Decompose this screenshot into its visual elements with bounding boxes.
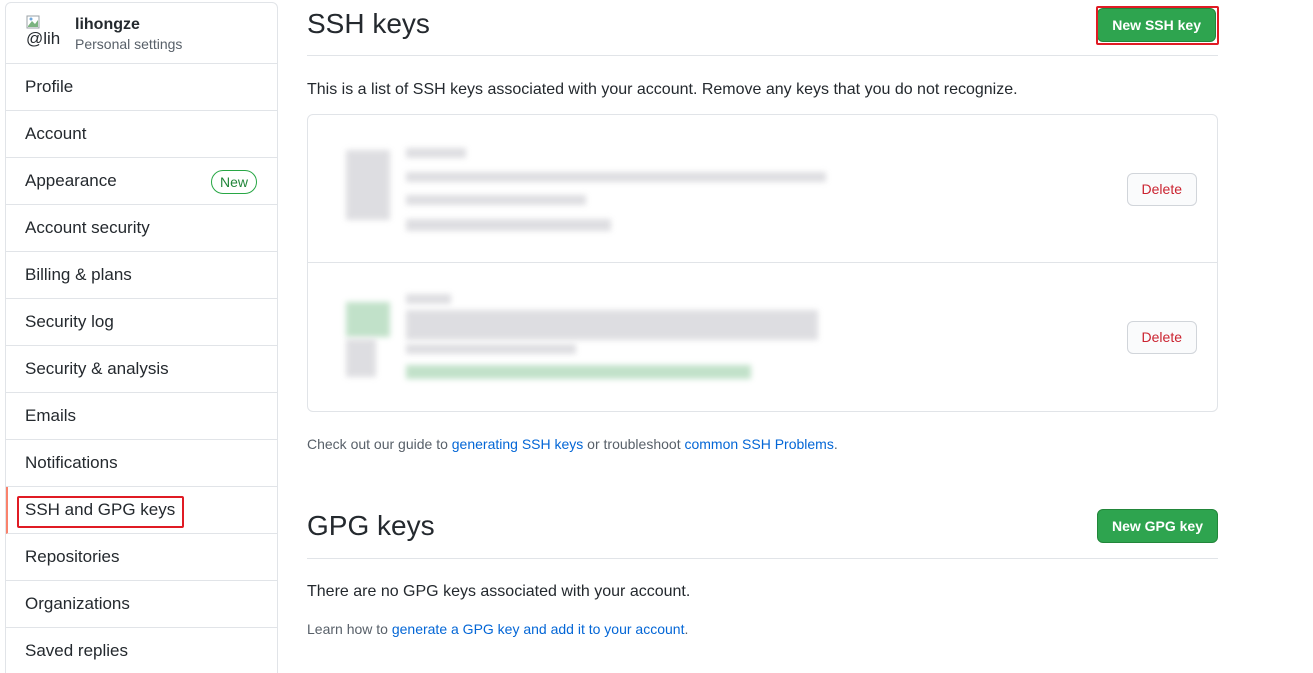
- sidebar-item-repositories[interactable]: Repositories: [6, 534, 277, 581]
- redacted-key-fingerprint: [406, 172, 826, 182]
- ssh-keys-list: Delete Delete: [307, 114, 1218, 412]
- new-ssh-key-button[interactable]: New SSH key: [1097, 8, 1216, 42]
- redacted-key-added: [406, 195, 586, 205]
- sidebar-item-label: Organizations: [25, 594, 130, 613]
- sidebar-item-account[interactable]: Account: [6, 111, 277, 158]
- sidebar-item-ssh-gpg-keys[interactable]: SSH and GPG keys: [6, 487, 277, 534]
- redacted-key-icon-lower: [346, 339, 376, 377]
- ssh-guide-middle: or troubleshoot: [583, 436, 685, 452]
- redacted-key-last-used: [406, 219, 611, 231]
- ssh-keys-header: SSH keys New SSH key: [307, 0, 1218, 56]
- sidebar-item-label: Billing & plans: [25, 265, 132, 284]
- generate-gpg-key-link[interactable]: generate a GPG key and add it to your ac…: [392, 621, 685, 637]
- sidebar-item-label: SSH and GPG keys: [25, 500, 176, 519]
- username[interactable]: lihongze: [75, 16, 140, 34]
- sidebar-item-security-log[interactable]: Security log: [6, 299, 277, 346]
- sidebar-item-appearance[interactable]: Appearance New: [6, 158, 277, 205]
- redacted-key-icon: [346, 302, 390, 337]
- gpg-learn-text: Learn how to generate a GPG key and add …: [307, 621, 688, 637]
- sidebar-item-saved-replies[interactable]: Saved replies: [6, 628, 277, 673]
- avatar-alt-text: @lih: [26, 29, 61, 48]
- sidebar-item-label: Profile: [25, 77, 74, 96]
- ssh-keys-title: SSH keys: [307, 8, 430, 39]
- sidebar-item-label: Emails: [25, 406, 77, 425]
- personal-settings-label: Personal settings: [75, 36, 183, 52]
- common-ssh-problems-link[interactable]: common SSH Problems: [684, 436, 833, 452]
- new-gpg-key-button[interactable]: New GPG key: [1096, 509, 1218, 543]
- ssh-guide-prefix: Check out our guide to: [307, 436, 452, 452]
- delete-ssh-key-button[interactable]: Delete: [1126, 321, 1197, 354]
- sidebar-item-organizations[interactable]: Organizations: [6, 581, 277, 628]
- sidebar-item-label: Notifications: [25, 453, 118, 472]
- generating-ssh-keys-link[interactable]: generating SSH keys: [452, 436, 584, 452]
- redacted-key-added: [406, 344, 576, 354]
- gpg-learn-prefix: Learn how to: [307, 621, 392, 637]
- ssh-key-item: Delete: [308, 115, 1217, 263]
- sidebar-item-label: Saved replies: [25, 641, 129, 660]
- redacted-key-last-used: [406, 365, 751, 379]
- sidebar-item-emails[interactable]: Emails: [6, 393, 277, 440]
- ssh-guide-suffix: .: [833, 436, 838, 452]
- ssh-guide-text: Check out our guide to generating SSH ke…: [307, 436, 838, 452]
- redacted-key-title: [406, 148, 466, 158]
- broken-image-icon: [26, 15, 40, 29]
- gpg-empty-text: There are no GPG keys associated with yo…: [307, 583, 691, 600]
- redacted-key-title: [406, 294, 451, 304]
- ssh-description: This is a list of SSH keys associated wi…: [307, 81, 1018, 98]
- user-header: @lih lihongze Personal settings: [6, 3, 277, 64]
- sidebar-item-notifications[interactable]: Notifications: [6, 440, 277, 487]
- sidebar-item-billing[interactable]: Billing & plans: [6, 252, 277, 299]
- sidebar-item-security-analysis[interactable]: Security & analysis: [6, 346, 277, 393]
- gpg-keys-title: GPG keys: [307, 510, 435, 541]
- sidebar-item-label: Repositories: [25, 547, 120, 566]
- user-avatar[interactable]: @lih: [26, 13, 62, 49]
- sidebar-item-label: Security & analysis: [25, 359, 169, 378]
- settings-sidebar: @lih lihongze Personal settings Profile …: [5, 2, 278, 673]
- sidebar-item-label: Appearance: [25, 171, 117, 190]
- redacted-key-icon: [346, 150, 390, 220]
- gpg-keys-header: GPG keys New GPG key: [307, 500, 1218, 559]
- delete-ssh-key-button[interactable]: Delete: [1126, 173, 1197, 206]
- gpg-learn-suffix: .: [684, 621, 689, 637]
- redacted-key-fingerprint: [406, 310, 818, 340]
- sidebar-item-label: Security log: [25, 312, 114, 331]
- new-badge: New: [210, 170, 257, 194]
- sidebar-item-account-security[interactable]: Account security: [6, 205, 277, 252]
- sidebar-item-profile[interactable]: Profile: [6, 64, 277, 111]
- sidebar-item-label: Account security: [25, 218, 150, 237]
- sidebar-item-label: Account: [25, 124, 87, 143]
- ssh-key-item: Delete: [308, 264, 1217, 412]
